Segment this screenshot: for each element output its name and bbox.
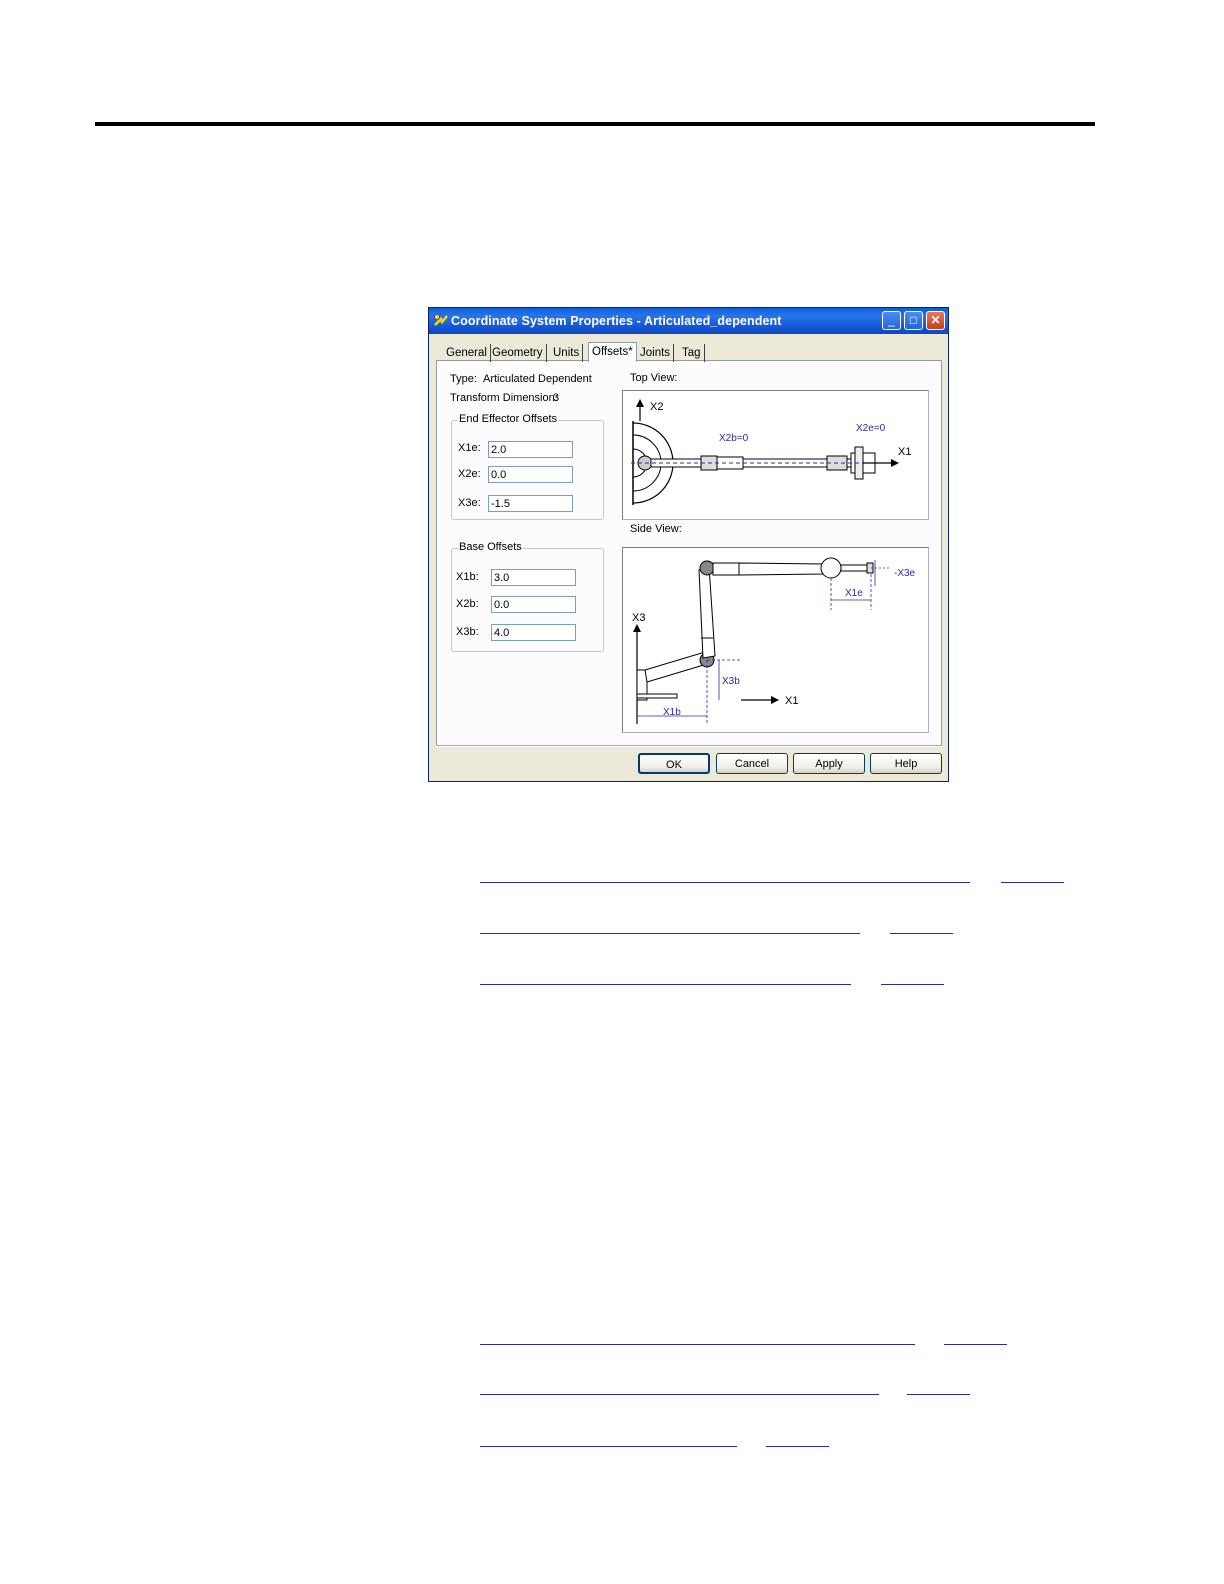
x2-axis-arrow-icon bbox=[636, 399, 644, 407]
wrist-ball bbox=[820, 557, 842, 579]
tab-general[interactable]: General bbox=[443, 344, 491, 362]
cancel-button[interactable]: Cancel bbox=[716, 753, 788, 774]
app-icon bbox=[434, 314, 448, 326]
x2e-annotation: X2e=0 bbox=[856, 423, 886, 434]
help-button[interactable]: Help bbox=[870, 753, 942, 774]
top-x1-axis-label: X1 bbox=[898, 446, 911, 458]
x2e-input[interactable] bbox=[488, 466, 573, 483]
reference-link-5[interactable] bbox=[480, 1394, 879, 1395]
forearm-sleeve bbox=[712, 562, 740, 576]
tab-tag[interactable]: Tag bbox=[679, 344, 705, 362]
reference-page-link-1[interactable] bbox=[1001, 882, 1064, 883]
reference-page-link-4[interactable] bbox=[944, 1344, 1007, 1345]
tab-offsets[interactable]: Offsets* bbox=[588, 342, 637, 362]
x3e-annotation: -X3e bbox=[894, 568, 916, 579]
reference-link-3[interactable] bbox=[480, 984, 851, 985]
reference-link-6[interactable] bbox=[480, 1446, 737, 1447]
side-base-foot bbox=[636, 693, 678, 699]
x3-axis-arrow-icon bbox=[633, 624, 641, 632]
reference-page-link-5[interactable] bbox=[907, 1394, 970, 1395]
x2b-label: X2b: bbox=[456, 598, 479, 610]
x1-axis-arrow-icon bbox=[891, 459, 899, 467]
upper-arm-vertical bbox=[698, 565, 716, 659]
close-icon: ✕ bbox=[930, 313, 941, 327]
x3b-input[interactable] bbox=[491, 624, 576, 641]
end-effector-offsets-title: End Effector Offsets bbox=[458, 413, 559, 425]
ok-button[interactable]: OK bbox=[638, 753, 710, 774]
x2b-annotation: X2b=0 bbox=[719, 433, 749, 444]
maximize-icon: □ bbox=[909, 313, 918, 327]
tool-shaft bbox=[840, 564, 868, 572]
side-x1-axis-arrow-icon bbox=[771, 696, 779, 704]
maximize-button[interactable]: □ bbox=[904, 311, 923, 330]
transform-dimension-label: Transform Dimension: bbox=[450, 392, 558, 404]
x3b-annotation: X3b bbox=[722, 676, 740, 687]
x3b-label: X3b: bbox=[456, 626, 479, 638]
x2e-label: X2e: bbox=[458, 468, 481, 480]
coordinate-system-properties-dialog: Coordinate System Properties - Articulat… bbox=[428, 307, 949, 782]
x1e-annotation: X1e bbox=[845, 588, 863, 599]
reference-page-link-2[interactable] bbox=[890, 933, 953, 934]
reference-link-2[interactable] bbox=[480, 933, 860, 934]
button-separator bbox=[436, 745, 942, 747]
reference-page-link-3[interactable] bbox=[881, 984, 944, 985]
x1b-annotation: X1b bbox=[663, 707, 681, 718]
close-button[interactable]: ✕ bbox=[926, 311, 945, 330]
reference-page-link-6[interactable] bbox=[766, 1446, 829, 1447]
offsets-tab-panel: Type: Articulated Dependent Transform Di… bbox=[436, 360, 942, 746]
tab-joints[interactable]: Joints bbox=[637, 344, 675, 362]
reference-link-1[interactable] bbox=[480, 882, 970, 883]
minimize-button[interactable]: _ bbox=[882, 311, 901, 330]
tab-units[interactable]: Units bbox=[550, 344, 584, 362]
tab-geometry[interactable]: Geometry bbox=[489, 344, 547, 362]
minimize-icon: _ bbox=[888, 313, 895, 327]
x3e-label: X3e: bbox=[458, 497, 481, 509]
top-view-caption: Top View: bbox=[630, 372, 678, 384]
base-offsets-title: Base Offsets bbox=[458, 541, 523, 553]
elbow-joint-side bbox=[699, 560, 715, 576]
x1b-input[interactable] bbox=[491, 569, 576, 586]
header-rule bbox=[95, 122, 1095, 126]
reference-link-4[interactable] bbox=[480, 1344, 915, 1345]
side-view-caption: Side View: bbox=[630, 523, 682, 535]
forearm bbox=[738, 562, 824, 576]
base-offsets-group: Base Offsets X1b: X2b: X3b: bbox=[451, 541, 604, 652]
transform-dimension-value: 3 bbox=[553, 392, 560, 404]
x2-axis-label: X2 bbox=[650, 401, 663, 413]
title-bar[interactable]: Coordinate System Properties - Articulat… bbox=[429, 308, 948, 334]
type-value: Articulated Dependent bbox=[483, 373, 592, 385]
dialog-title: Coordinate System Properties - Articulat… bbox=[451, 314, 782, 328]
x3e-input[interactable] bbox=[488, 495, 573, 512]
x3-axis-label: X3 bbox=[632, 612, 645, 624]
lower-arm bbox=[644, 651, 708, 683]
side-view-diagram: X3 X1b X3b X1e -X3e X1 bbox=[622, 547, 929, 733]
type-label: Type: bbox=[450, 373, 477, 385]
x2b-input[interactable] bbox=[491, 596, 576, 613]
top-view-diagram: X2 X1 X2b=0 X2e=0 bbox=[622, 390, 929, 520]
x1e-label: X1e: bbox=[458, 442, 481, 454]
side-x1-axis-label: X1 bbox=[785, 695, 798, 707]
apply-button[interactable]: Apply bbox=[793, 753, 865, 774]
end-effector-offsets-group: End Effector Offsets X1e: X2e: X3e: bbox=[451, 413, 604, 520]
x1b-label: X1b: bbox=[456, 571, 479, 583]
x1e-input[interactable] bbox=[488, 441, 573, 458]
